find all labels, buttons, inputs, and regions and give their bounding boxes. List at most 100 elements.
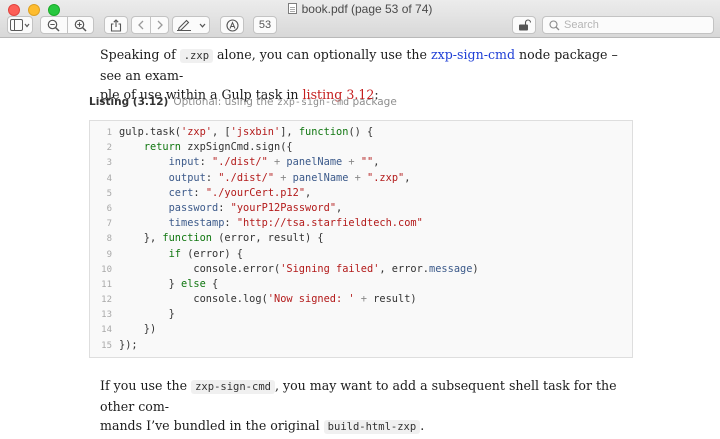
caption-inline-code: zxp-sign-cmd — [276, 97, 350, 108]
code-token: , — [373, 156, 380, 169]
code-token: (error) { — [181, 247, 244, 260]
line-number: 10 — [101, 264, 112, 275]
zoom-out-button[interactable] — [41, 17, 67, 33]
code-token: 'zxp' — [181, 126, 212, 138]
code-token: } — [119, 277, 181, 290]
code-token: "./dist/" — [218, 171, 275, 184]
pdf-page: Speaking of .zxp alone, you can optional… — [0, 38, 720, 439]
code-line: 4 output: "./dist/" + panelName + ".zxp"… — [90, 171, 632, 186]
share-button[interactable] — [104, 16, 128, 34]
code-token: "./yourCert.p12" — [205, 186, 306, 199]
code-token: "http://tsa.starfieldtech.com" — [236, 217, 423, 230]
share-icon — [110, 18, 122, 32]
code-token: console. — [119, 262, 243, 275]
inline-code: zxp-sign-cmd — [191, 380, 275, 394]
code-token: } — [119, 308, 175, 321]
chevron-down-icon — [199, 23, 206, 28]
line-number: 12 — [101, 295, 112, 306]
paragraph-line: If you use the zxp-sign-cmd, you may wan… — [100, 378, 617, 414]
lock-button[interactable] — [512, 16, 536, 34]
code-token: output — [168, 171, 206, 184]
paragraph-line: mands I’ve bundled in the original build… — [100, 418, 425, 434]
code-token: ) — [472, 262, 479, 275]
code-listing: 1 gulp.task('zxp', ['jsxbin'], function()… — [89, 120, 633, 358]
code-token: , — [305, 186, 312, 199]
code-line: 9 if (error) { — [90, 247, 632, 262]
code-token: input — [168, 156, 200, 169]
line-number: 9 — [106, 249, 112, 260]
line-number: 1 — [106, 128, 112, 138]
code-token: "./dist/" — [212, 156, 268, 169]
code-token: 'Signing failed' — [280, 262, 380, 275]
code-token: ".zxp" — [367, 171, 405, 184]
code-token: : — [224, 217, 237, 230]
code-token: { — [205, 277, 219, 290]
code-token: + — [348, 171, 368, 184]
line-number: 15 — [101, 340, 112, 351]
code-token: : — [218, 201, 231, 214]
line-number: 5 — [106, 188, 112, 199]
code-token: : — [199, 156, 213, 169]
code-token: password — [168, 201, 219, 214]
code-token: + — [354, 293, 374, 306]
code-token: message — [429, 262, 473, 275]
search-field[interactable] — [542, 16, 714, 34]
document-icon — [287, 3, 297, 14]
code-token: timestamp — [168, 217, 225, 230]
sidebar-toggle-button[interactable] — [7, 16, 33, 34]
pen-icon — [177, 19, 192, 31]
code-token: error( — [243, 262, 281, 275]
paragraph-outro: If you use the zxp-sign-cmd, you may wan… — [100, 376, 640, 437]
zoom-in-button[interactable] — [66, 17, 94, 33]
code-token: 'jsxbin' — [230, 126, 281, 138]
code-line: 5 cert: "./yourCert.p12", — [90, 186, 632, 201]
code-token: panelName — [286, 156, 343, 169]
code-token: + — [342, 156, 361, 169]
code-line: 12 console.log('Now signed: ' + result) — [90, 292, 632, 307]
code-token: function — [162, 232, 213, 245]
window-title: book.pdf (page 53 of 74) — [0, 2, 720, 16]
line-number: 2 — [106, 143, 112, 154]
line-number: 6 — [106, 203, 112, 214]
code-token: return — [143, 141, 182, 154]
next-page-button[interactable] — [150, 17, 168, 33]
previous-page-button[interactable] — [132, 17, 150, 33]
page-navigation — [131, 16, 169, 34]
code-line: 3 input: "./dist/" + panelName + "", — [90, 155, 632, 170]
code-token: "" — [360, 156, 374, 169]
zoom-in-icon — [74, 19, 87, 32]
markup-button[interactable] — [172, 16, 210, 34]
search-input[interactable] — [564, 19, 704, 31]
code-token: (error, result) { — [212, 232, 324, 245]
annotate-icon — [225, 18, 239, 32]
code-line: 6 password: "yourP12Password", — [90, 201, 632, 216]
code-line: 7 timestamp: "http://tsa.starfieldtech.c… — [90, 216, 632, 231]
line-number: 8 — [106, 234, 112, 245]
paragraph-line: Speaking of .zxp alone, you can optional… — [100, 47, 618, 83]
code-token: : — [205, 171, 219, 184]
line-number: 11 — [101, 279, 112, 290]
code-line: 14 }) — [90, 322, 632, 337]
sidebar-toggle-icon — [10, 19, 30, 31]
page-number-field[interactable]: 53 — [253, 16, 277, 34]
code-token: result) — [373, 293, 417, 306]
code-token: }, — [119, 232, 163, 245]
code-token: gulp.task( — [119, 126, 181, 138]
package-link[interactable]: zxp-sign-cmd — [431, 47, 515, 62]
code-token: }) — [119, 323, 157, 336]
annotate-button[interactable] — [220, 16, 244, 34]
code-token: "yourP12Password" — [230, 201, 337, 214]
code-token: : — [193, 186, 206, 199]
listing-label: Listing (3.12) — [89, 96, 169, 108]
line-number: 3 — [106, 158, 112, 169]
code-token: () { — [348, 126, 374, 138]
search-icon — [549, 19, 560, 30]
code-token: ], — [280, 126, 299, 138]
zoom-controls — [40, 16, 94, 34]
inline-code: .zxp — [179, 49, 214, 63]
code-line: 15}); — [90, 338, 632, 353]
